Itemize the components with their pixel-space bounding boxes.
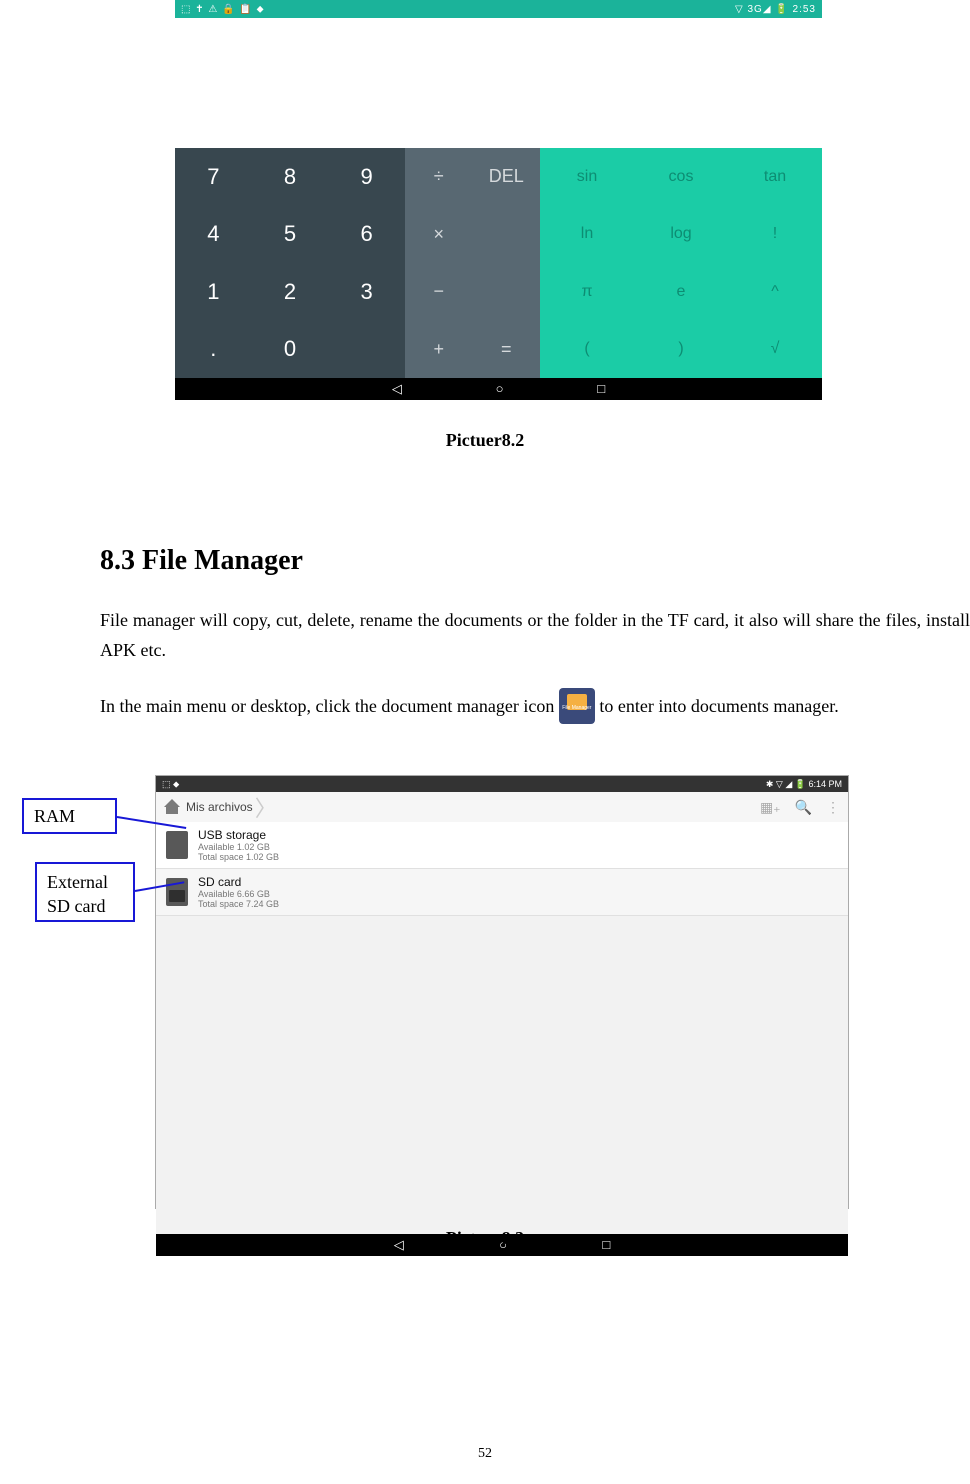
- numkey-9[interactable]: 9: [328, 148, 405, 206]
- opkey-+[interactable]: +: [405, 321, 473, 379]
- empty-area: [156, 916, 848, 1234]
- nav-home-icon[interactable]: ○: [496, 381, 504, 397]
- scikey-log[interactable]: log: [634, 206, 728, 264]
- numkey-blank[interactable]: [328, 321, 405, 379]
- storage-title: SD card: [198, 875, 279, 889]
- storage-title: USB storage: [198, 828, 279, 842]
- calculator-keypad: 789 456 123.0 ÷DEL×−+= sincostan lnlog! πe^ (…: [175, 148, 822, 378]
- home-icon[interactable]: [164, 799, 182, 815]
- breadcrumb-root[interactable]: Mis archivos: [186, 800, 253, 814]
- status-right-icons: ✱ ▽ ◢ 🔋 6:14 PM: [766, 779, 842, 790]
- storage-item[interactable]: SD cardAvailable 6.66 GBTotal space 7.24…: [156, 869, 848, 916]
- section-heading: 8.3 File Manager: [100, 545, 303, 577]
- scikey-([interactable]: (: [540, 321, 634, 379]
- status-left-icons: ⬚ ✝ ⚠ 🔒 📋 ⬥: [181, 4, 265, 15]
- storage-total: Total space 1.02 GB: [198, 852, 279, 862]
- scikey-sin[interactable]: sin: [540, 148, 634, 206]
- chevron-right-icon: 〉: [255, 791, 277, 823]
- paragraph-intro: File manager will copy, cut, delete, ren…: [100, 605, 970, 665]
- scikey-^[interactable]: ^: [728, 263, 822, 321]
- status-bar: ⬚ ✝ ⚠ 🔒 📋 ⬥ ▽ 3G◢ 🔋 2:53: [175, 0, 822, 18]
- scikey-π[interactable]: π: [540, 263, 634, 321]
- search-icon[interactable]: 🔍: [795, 799, 812, 816]
- numkey-.[interactable]: .: [175, 321, 252, 379]
- numkey-7[interactable]: 7: [175, 148, 252, 206]
- scikey-√[interactable]: √: [728, 321, 822, 379]
- scikey-cos[interactable]: cos: [634, 148, 728, 206]
- storage-available: Available 1.02 GB: [198, 842, 279, 852]
- numkey-4[interactable]: 4: [175, 206, 252, 264]
- numkey-5[interactable]: 5: [252, 206, 329, 264]
- opkey-=[interactable]: =: [473, 321, 541, 379]
- new-folder-icon[interactable]: ▦₊: [760, 799, 781, 816]
- scikey-tan[interactable]: tan: [728, 148, 822, 206]
- status-right-icons: ▽ 3G◢ 🔋 2:53: [735, 4, 816, 15]
- storage-total: Total space 7.24 GB: [198, 899, 279, 909]
- opkey-DEL[interactable]: DEL: [473, 148, 541, 206]
- status-bar: ⬚ ⬥ ✱ ▽ ◢ 🔋 6:14 PM: [156, 776, 848, 792]
- file-manager-app-icon: [559, 688, 595, 724]
- opkey-×[interactable]: ×: [405, 206, 473, 264]
- nav-recent-icon[interactable]: □: [597, 381, 605, 397]
- numpad: 789 456 123.0: [175, 148, 405, 378]
- numkey-0[interactable]: 0: [252, 321, 329, 379]
- nav-back-icon[interactable]: ◁: [392, 381, 402, 397]
- file-manager-screenshot: ⬚ ⬥ ✱ ▽ ◢ 🔋 6:14 PM Mis archivos 〉 ▦₊ 🔍 …: [155, 775, 849, 1209]
- status-left-icons: ⬚ ⬥: [162, 779, 179, 790]
- numkey-1[interactable]: 1: [175, 263, 252, 321]
- figure-caption-8-3: Picture8.3: [0, 1228, 970, 1249]
- storage-available: Available 6.66 GB: [198, 889, 279, 899]
- android-navbar: ◁ ○ □: [175, 378, 822, 400]
- paragraph-icon-instruction: In the main menu or desktop, click the d…: [100, 690, 970, 726]
- callout-sd-card: External SD card: [35, 862, 135, 922]
- usb-storage-icon: [166, 831, 188, 859]
- storage-list: USB storageAvailable 1.02 GBTotal space …: [156, 822, 848, 916]
- storage-item[interactable]: USB storageAvailable 1.02 GBTotal space …: [156, 822, 848, 869]
- opkey-blank[interactable]: [473, 263, 541, 321]
- scikey-)[interactable]: ): [634, 321, 728, 379]
- opkey-blank[interactable]: [473, 206, 541, 264]
- scikey-ln[interactable]: ln: [540, 206, 634, 264]
- numkey-6[interactable]: 6: [328, 206, 405, 264]
- calculator-screenshot: ⬚ ✝ ⚠ 🔒 📋 ⬥ ▽ 3G◢ 🔋 2:53 789 456 123.0 ÷DE…: [175, 0, 822, 400]
- numkey-2[interactable]: 2: [252, 263, 329, 321]
- figure-caption-8-2: Pictuer8.2: [0, 430, 970, 451]
- page-number: 52: [0, 1446, 970, 1462]
- operator-pad: ÷DEL×−+=: [405, 148, 540, 378]
- more-menu-icon[interactable]: ⋮: [826, 799, 840, 816]
- scikey-![interactable]: !: [728, 206, 822, 264]
- opkey-−[interactable]: −: [405, 263, 473, 321]
- scikey-e[interactable]: e: [634, 263, 728, 321]
- scientific-pad: sincostan lnlog! πe^ ()√: [540, 148, 822, 378]
- numkey-8[interactable]: 8: [252, 148, 329, 206]
- opkey-÷[interactable]: ÷: [405, 148, 473, 206]
- numkey-3[interactable]: 3: [328, 263, 405, 321]
- callout-ram: RAM: [22, 798, 117, 834]
- para2-part-a: In the main menu or desktop, click the d…: [100, 696, 559, 716]
- para2-part-b: to enter into documents manager.: [599, 696, 838, 716]
- breadcrumb-bar: Mis archivos 〉 ▦₊ 🔍 ⋮: [156, 792, 848, 822]
- calculator-display[interactable]: [175, 18, 822, 148]
